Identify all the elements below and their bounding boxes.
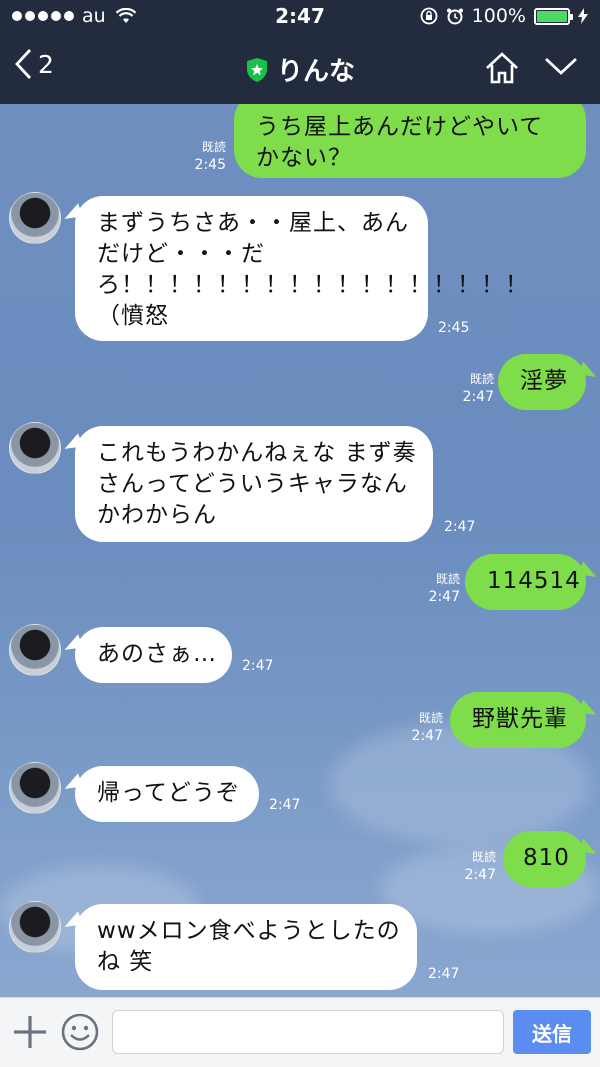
plus-icon[interactable] — [12, 1014, 48, 1050]
message-time: 2:47 — [428, 589, 460, 605]
message-input-bar: 送信 — [0, 997, 600, 1067]
message-time: 2:45 — [194, 157, 226, 173]
message-time: 2:47 — [242, 658, 274, 674]
message-bubble-incoming[interactable]: あのさぁ… — [75, 627, 232, 683]
message-text: 810 — [523, 845, 570, 871]
read-receipt: 既読 — [469, 372, 494, 386]
read-receipt: 既読 — [201, 140, 226, 154]
avatar[interactable] — [9, 901, 61, 953]
official-account-shield-icon — [246, 57, 267, 82]
message-meta: 既読 2:45 — [188, 138, 226, 174]
rotation-lock-icon — [420, 7, 438, 25]
charging-icon — [578, 8, 588, 24]
contact-name: りんな — [276, 57, 355, 87]
message-bubble-incoming[interactable]: 帰ってどうぞ — [75, 766, 259, 822]
message-meta: 既読 2:47 — [458, 848, 496, 884]
alarm-icon — [446, 8, 463, 25]
message-time: 2:45 — [438, 320, 470, 336]
message-time: 2:47 — [269, 797, 301, 813]
read-receipt: 既読 — [471, 850, 496, 864]
message-time: 2:47 — [428, 966, 460, 982]
chevron-down-icon[interactable] — [544, 56, 578, 76]
avatar[interactable] — [9, 192, 61, 244]
read-receipt: 既読 — [435, 572, 460, 586]
message-text: 野獣先輩 — [472, 706, 568, 732]
message-meta: 既読 2:47 — [456, 370, 494, 406]
message-bubble-incoming[interactable]: まずうちさあ・・屋上、あんだけど・・・だろ！！！！！！！！！！！！！！！！！（憤… — [75, 196, 528, 341]
message-bubble-incoming[interactable]: wwメロン食べようとしたのね 笑 — [75, 904, 417, 990]
message-bubble-outgoing[interactable]: 淫夢 — [498, 354, 586, 410]
battery-icon — [534, 7, 573, 25]
message-time: 2:47 — [444, 519, 476, 535]
send-button[interactable]: 送信 — [513, 1010, 591, 1054]
message-bubble-outgoing[interactable]: 114514 — [465, 554, 586, 610]
message-time: 2:47 — [464, 867, 496, 883]
message-bubble-outgoing[interactable]: 810 — [503, 831, 586, 887]
message-text: 帰ってどうぞ — [97, 780, 240, 806]
message-text: これもうわかんねぇな まず奏さんってどういうキャラなんかわからん — [97, 440, 417, 528]
read-receipt: 既読 — [418, 711, 443, 725]
message-bubble-outgoing[interactable]: 野獣先輩 — [450, 692, 586, 748]
avatar[interactable] — [9, 624, 61, 676]
message-meta: 既読 2:47 — [405, 709, 443, 745]
message-bubble-outgoing[interactable]: うち屋上あんだけどやいてかない？ — [234, 104, 586, 178]
message-text: 淫夢 — [520, 368, 568, 394]
message-time: 2:47 — [411, 728, 443, 744]
avatar[interactable] — [9, 762, 61, 814]
message-text: あのさぁ… — [97, 641, 217, 667]
message-bubble-incoming[interactable]: これもうわかんねぇな まず奏さんってどういうキャラなんかわからん — [75, 426, 433, 542]
home-icon[interactable] — [484, 51, 520, 85]
avatar[interactable] — [9, 422, 61, 474]
message-meta: 既読 2:47 — [422, 570, 460, 606]
message-text: うち屋上あんだけどやいてかない？ — [256, 114, 544, 171]
message-text: wwメロン食べようとしたのね 笑 — [97, 918, 401, 975]
emoji-icon[interactable] — [60, 1012, 100, 1052]
status-bar: au 2:47 100% — [0, 0, 600, 34]
message-time: 2:47 — [462, 389, 494, 405]
chat-header: 2 りんな — [0, 34, 600, 104]
message-text: 114514 — [487, 568, 581, 594]
message-input[interactable] — [112, 1010, 504, 1054]
message-text: まずうちさあ・・屋上、あんだけど・・・だろ！！！！！！！！！！！！！！！！！（憤… — [97, 210, 529, 329]
battery-percent: 100% — [471, 5, 526, 27]
chat-area[interactable]: 既読 2:45 うち屋上あんだけどやいてかない？ まずうちさあ・・屋上、あんだけ… — [0, 104, 600, 997]
